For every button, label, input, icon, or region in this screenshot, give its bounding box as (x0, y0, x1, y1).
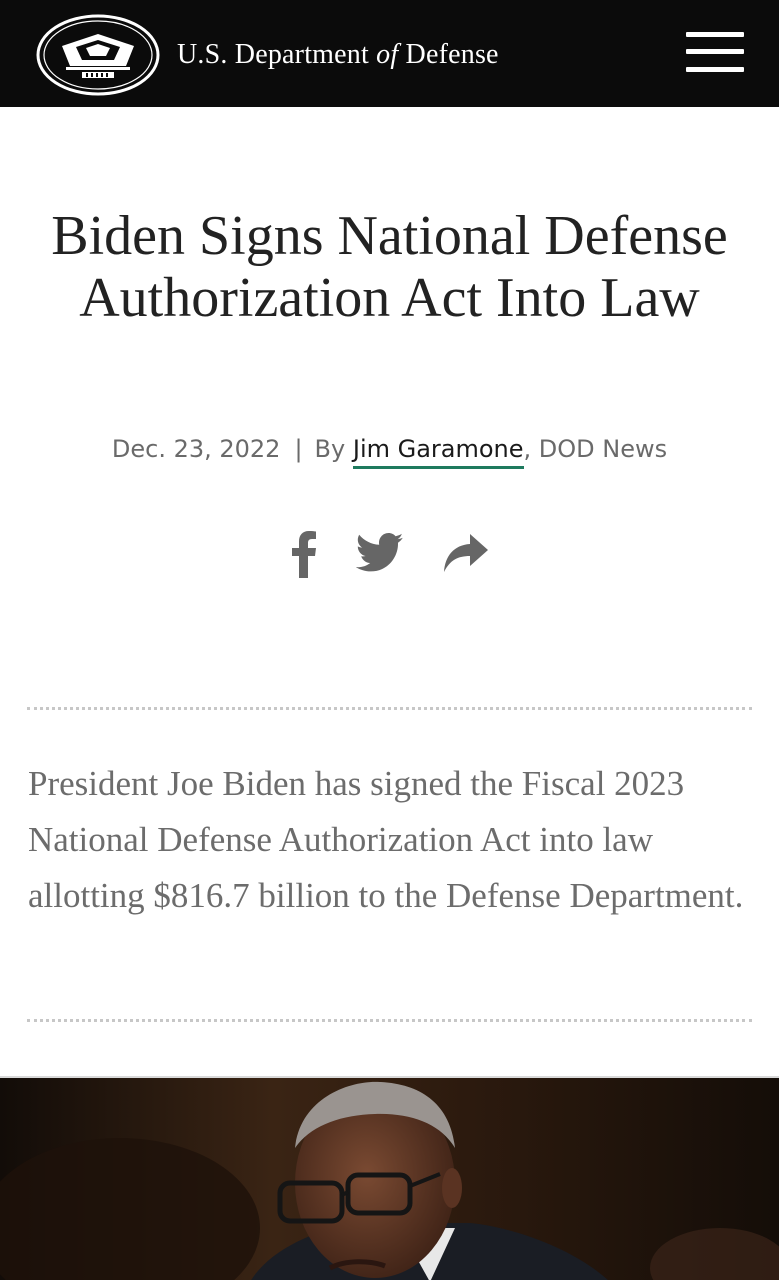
site-name-suffix: Defense (398, 39, 499, 70)
dotted-divider-bottom (27, 1019, 752, 1022)
pentagon-seal-logo[interactable] (36, 14, 160, 96)
author-link[interactable]: Jim Garamone (352, 435, 524, 469)
menu-bar (686, 67, 744, 72)
publish-date: Dec. 23, 2022 (111, 435, 281, 463)
dotted-divider-top (27, 707, 752, 710)
article-title: Biden Signs National Defense Authorizati… (51, 205, 728, 329)
share-bar (0, 528, 779, 582)
lloyd-austin-photo (0, 1078, 779, 1280)
article-photo (0, 1076, 779, 1280)
news-source: , DOD News (523, 435, 668, 463)
site-header: U.S. Department of Defense (0, 0, 779, 107)
site-name-prefix: U.S. Department (177, 39, 377, 70)
facebook-icon[interactable] (290, 528, 318, 583)
article-byline: Dec. 23, 2022 | By Jim Garamone, DOD News (0, 432, 779, 469)
article-summary: President Joe Biden has signed the Fisca… (28, 764, 744, 915)
hamburger-menu-icon[interactable] (686, 31, 744, 75)
site-name-of: of (376, 39, 399, 70)
menu-bar (686, 32, 744, 37)
share-arrow-icon[interactable] (442, 532, 490, 579)
by-label: By (314, 435, 346, 463)
site-name[interactable]: U.S. Department of Defense (177, 36, 499, 74)
byline-separator: | (294, 435, 303, 463)
menu-bar (686, 49, 744, 54)
twitter-icon[interactable] (355, 532, 404, 579)
